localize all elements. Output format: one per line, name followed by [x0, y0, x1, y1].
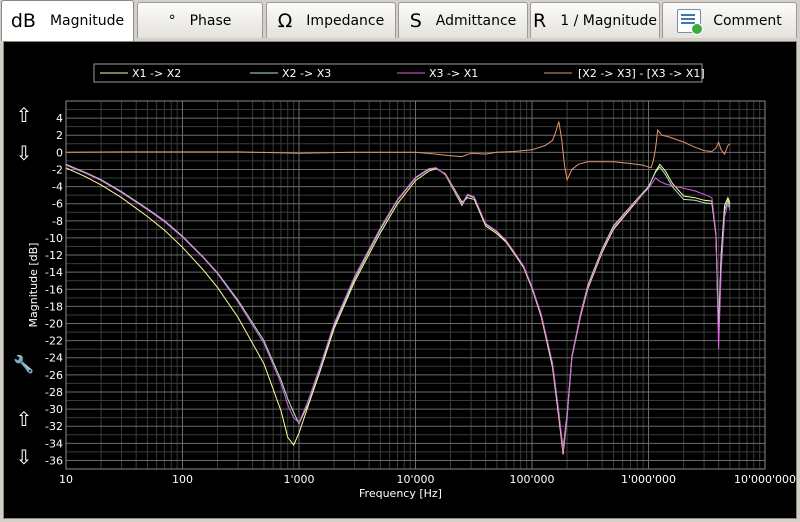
comment-icon: [677, 8, 704, 35]
tab-magnitude[interactable]: dB Magnitude: [1, 0, 134, 41]
x-axis-label: Frequency [Hz]: [359, 487, 442, 500]
y-scale-down-button[interactable]: ⇩: [16, 141, 33, 165]
y-tick-label: -24: [45, 352, 63, 365]
tab-label: Impedance: [306, 12, 385, 29]
y-tick-label: 2: [56, 129, 63, 142]
legend-entry: [X2 -> X3] - [X3 -> X1]: [578, 67, 705, 80]
y-tick-label: -26: [45, 369, 63, 382]
tab-label: Admittance: [435, 12, 517, 29]
x-tick-label: 10'000'000: [734, 473, 796, 486]
x-tick-label: 100'000: [509, 473, 554, 486]
tab-symbol: R: [533, 9, 547, 32]
legend-entry: X1 -> X2: [132, 67, 181, 80]
chart-settings-button[interactable]: 🔧: [13, 354, 34, 375]
x-tick-label: 10'000: [396, 473, 434, 486]
y-tick-label: -2: [52, 163, 63, 176]
legend-entry: X2 -> X3: [282, 67, 331, 80]
tab-label: 1 / Magnitude: [560, 12, 657, 29]
chart-panel: 4 2 0 -2 -4 -6 -8 -10 -12 -14 -16 -18 -20 -22 -24 -26 -2…: [3, 41, 797, 519]
y-tick-label: -16: [45, 283, 63, 296]
tab-comment[interactable]: Comment: [662, 2, 797, 38]
y-tick-label: -12: [45, 249, 63, 262]
tab-label: Comment: [713, 12, 782, 29]
tab-inverse-magnitude[interactable]: R 1 / Magnitude: [530, 2, 660, 38]
y-offset-up-button[interactable]: ⇧: [16, 407, 33, 431]
legend-entry: X3 -> X1: [429, 67, 478, 80]
tab-label: Magnitude: [49, 13, 125, 29]
magnitude-chart: 4 2 0 -2 -4 -6 -8 -10 -12 -14 -16 -18 -20 -22 -24 -26 -2…: [13, 63, 796, 500]
y-offset-down-button[interactable]: ⇩: [16, 445, 33, 469]
y-tick-label: -6: [52, 198, 63, 211]
x-tick-label: 1'000'000: [621, 473, 676, 486]
tab-symbol: dB: [10, 10, 36, 32]
y-tick-label: -10: [45, 232, 63, 245]
y-tick-label: 4: [56, 112, 63, 125]
y-tick-label: -28: [45, 386, 63, 399]
tab-label: Phase: [189, 12, 232, 29]
tab-impedance[interactable]: Ω Impedance: [266, 2, 396, 38]
y-tick-label: -8: [52, 215, 63, 228]
tab-bar: dB Magnitude ° Phase Ω Impedance S Admittance R 1…: [0, 0, 800, 41]
y-tick-label: -34: [45, 437, 63, 450]
y-tick-label: -20: [45, 318, 63, 331]
y-axis-label: Magnitude [dB]: [27, 243, 40, 328]
y-tick-label: -30: [45, 403, 63, 416]
y-tick-label: -14: [45, 266, 63, 279]
y-scale-up-button[interactable]: ⇧: [16, 103, 33, 127]
tab-phase[interactable]: ° Phase: [137, 2, 263, 38]
y-tick-label: -18: [45, 300, 63, 313]
y-tick-label: -22: [45, 335, 63, 348]
x-tick-label: 10: [59, 473, 73, 486]
tab-symbol: Ω: [277, 9, 293, 32]
tab-symbol: °: [168, 12, 176, 29]
x-tick-label: 1'000: [283, 473, 314, 486]
tab-admittance[interactable]: S Admittance: [398, 2, 528, 38]
y-tick-label: -32: [45, 420, 63, 433]
tab-symbol: S: [409, 9, 422, 32]
y-tick-label: 0: [56, 146, 63, 159]
y-tick-label: -36: [45, 454, 63, 467]
y-tick-label: -4: [52, 181, 63, 194]
x-tick-label: 100: [172, 473, 193, 486]
